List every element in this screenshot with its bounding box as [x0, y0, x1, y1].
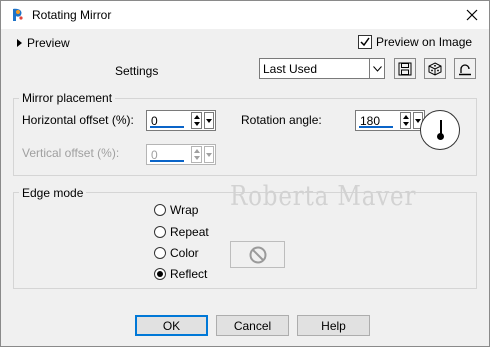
edge-option-label: Reflect: [170, 267, 208, 281]
app-icon: [10, 7, 26, 23]
preview-label: Preview: [27, 36, 70, 50]
spin-arrows[interactable]: [191, 146, 202, 163]
vertical-offset-spinner[interactable]: 0: [146, 144, 216, 165]
cancel-button[interactable]: Cancel: [216, 315, 289, 336]
checkbox-box[interactable]: [358, 35, 372, 49]
spin-arrows[interactable]: [191, 112, 202, 129]
edge-option-label: Wrap: [170, 203, 199, 217]
preview-on-image-label: Preview on Image: [376, 35, 473, 49]
close-icon: [466, 9, 478, 21]
chevron-down-icon[interactable]: [369, 59, 384, 78]
rotation-angle-dial[interactable]: [420, 110, 460, 150]
spinner-dropdown[interactable]: [204, 146, 214, 163]
value-underline: [150, 126, 184, 128]
edge-option-wrap[interactable]: Wrap: [154, 203, 198, 217]
spinner-dropdown[interactable]: [204, 112, 214, 129]
dialog-window: Rotating Mirror Preview Preview on Image…: [0, 0, 490, 347]
save-preset-button[interactable]: [394, 58, 416, 79]
close-button[interactable]: [461, 4, 483, 26]
watermark-text: Roberta Maver: [230, 181, 417, 212]
preview-on-image-checkbox[interactable]: Preview on Image: [358, 35, 472, 49]
edge-option-repeat[interactable]: Repeat: [154, 225, 209, 239]
preset-value: Last Used: [263, 62, 318, 76]
cancel-label: Cancel: [233, 318, 272, 333]
help-button[interactable]: Help: [297, 315, 370, 336]
ok-button[interactable]: OK: [135, 315, 208, 336]
edge-option-label: Color: [170, 246, 199, 260]
edge-mode-title: Edge mode: [19, 186, 87, 200]
value-underline: [359, 126, 393, 128]
radio-button[interactable]: [154, 247, 166, 259]
color-swatch-disabled[interactable]: [230, 241, 285, 268]
vertical-offset-label: Vertical offset (%):: [22, 146, 120, 160]
edge-option-color[interactable]: Color: [154, 246, 199, 260]
help-label: Help: [321, 318, 346, 333]
rotation-angle-spinner[interactable]: 180: [355, 110, 425, 131]
value-underline: [150, 160, 184, 162]
reset-icon: [459, 63, 471, 75]
horizontal-offset-label: Horizontal offset (%):: [22, 113, 134, 127]
spin-arrows[interactable]: [400, 112, 411, 129]
dial-center-dot: [437, 133, 444, 140]
randomize-button[interactable]: [424, 58, 446, 79]
reset-button[interactable]: [454, 58, 476, 79]
horizontal-offset-spinner[interactable]: 0: [146, 110, 216, 131]
radio-button-selected[interactable]: [154, 268, 166, 280]
mirror-placement-title: Mirror placement: [19, 91, 116, 105]
rotation-angle-label: Rotation angle:: [241, 113, 322, 127]
preset-select[interactable]: Last Used: [259, 58, 385, 79]
window-title: Rotating Mirror: [32, 8, 112, 22]
settings-label: Settings: [115, 64, 159, 78]
no-symbol-icon: [249, 246, 266, 263]
expand-arrow-icon: [17, 39, 22, 47]
radio-button[interactable]: [154, 226, 166, 238]
edge-option-label: Repeat: [170, 225, 209, 239]
check-icon: [360, 37, 370, 47]
floppy-disk-icon: [398, 62, 412, 75]
preview-expander[interactable]: Preview: [17, 36, 70, 50]
radio-button[interactable]: [154, 204, 166, 216]
ok-label: OK: [162, 318, 181, 333]
title-bar[interactable]: Rotating Mirror: [1, 1, 489, 29]
edge-option-reflect[interactable]: Reflect: [154, 267, 207, 281]
dice-icon: [428, 61, 442, 76]
